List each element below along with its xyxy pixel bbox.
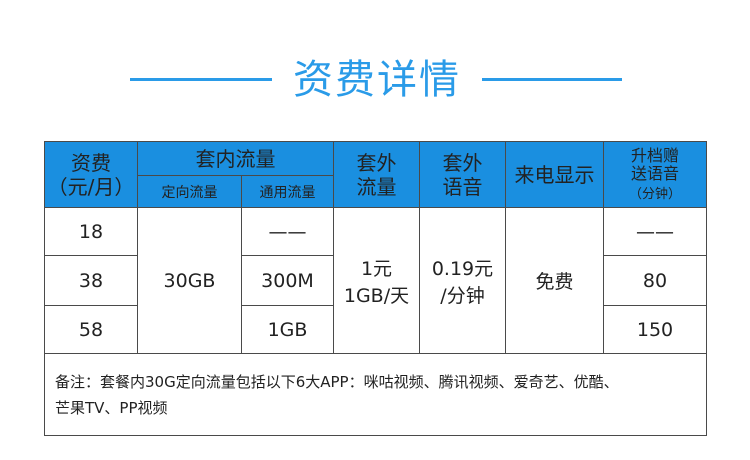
general-cell: 1GB <box>241 305 334 354</box>
header-bonus-line2: 送语音 <box>630 164 679 183</box>
bonus-cell: —— <box>603 207 707 256</box>
title-section: 资费详情 <box>0 48 750 108</box>
note-row: 备注：套餐内30G定向流量包括以下6大APP：咪咕视频、腾讯视频、爱奇艺、优酷、… <box>44 353 707 436</box>
page-title: 资费详情 <box>293 57 461 103</box>
header-outside-data-line1: 套外 <box>356 150 397 175</box>
header-fee: 资费 （元/月） <box>44 141 138 208</box>
outside-voice-cell: 0.19元 /分钟 <box>419 207 506 354</box>
general-cell: —— <box>241 207 334 256</box>
header-general: 通用流量 <box>241 175 334 208</box>
table-row: 18 30GB —— 1元 1GB/天 0.19元 /分钟 免费 —— <box>44 207 707 354</box>
header-caller-id: 来电显示 <box>505 141 604 208</box>
header-fee-unit: （元/月） <box>47 174 135 199</box>
title-divider-right <box>482 78 622 81</box>
bonus-cell: 150 <box>603 305 707 354</box>
note-line-2: 芒果TV、PP视频 <box>55 398 168 417</box>
header-fee-label: 资费 <box>71 150 111 175</box>
caller-id-cell: 免费 <box>505 207 604 354</box>
outside-voice-price: 0.19元 <box>431 257 494 280</box>
note-cell: 备注：套餐内30G定向流量包括以下6大APP：咪咕视频、腾讯视频、爱奇艺、优酷、… <box>44 353 707 436</box>
rates-table: 资费 （元/月） 套内流量 套外 流量 套外 语音 来电显示 升档赠 送语音 （… <box>44 141 707 436</box>
header-outside-data: 套外 流量 <box>333 141 420 208</box>
note-line-1: 备注：套餐内30G定向流量包括以下6大APP：咪咕视频、腾讯视频、爱奇艺、优酷、 <box>55 372 619 391</box>
header-outside-voice: 套外 语音 <box>419 141 506 208</box>
header-bonus-voice: 升档赠 送语音 （分钟） <box>603 141 707 208</box>
header-directed: 定向流量 <box>137 175 242 208</box>
title-divider-left <box>130 78 272 81</box>
outside-data-price: 1元 <box>360 257 393 280</box>
outside-data-unit: 1GB/天 <box>343 284 410 307</box>
header-outside-data-line2: 流量 <box>356 174 397 199</box>
header-in-package: 套内流量 <box>137 141 334 176</box>
fee-cell: 18 <box>44 207 138 256</box>
header-bonus-line1: 升档赠 <box>630 146 679 165</box>
fee-cell: 38 <box>44 255 138 306</box>
outside-data-cell: 1元 1GB/天 <box>333 207 420 354</box>
outside-voice-unit: /分钟 <box>440 284 485 307</box>
general-cell: 300M <box>241 255 334 306</box>
directed-cell: 30GB <box>137 207 242 354</box>
header-bonus-line3: （分钟） <box>628 187 681 202</box>
header-outside-voice-line1: 套外 <box>442 150 483 175</box>
header-outside-voice-line2: 语音 <box>442 174 483 199</box>
fee-cell: 58 <box>44 305 138 354</box>
bonus-cell: 80 <box>603 255 707 306</box>
